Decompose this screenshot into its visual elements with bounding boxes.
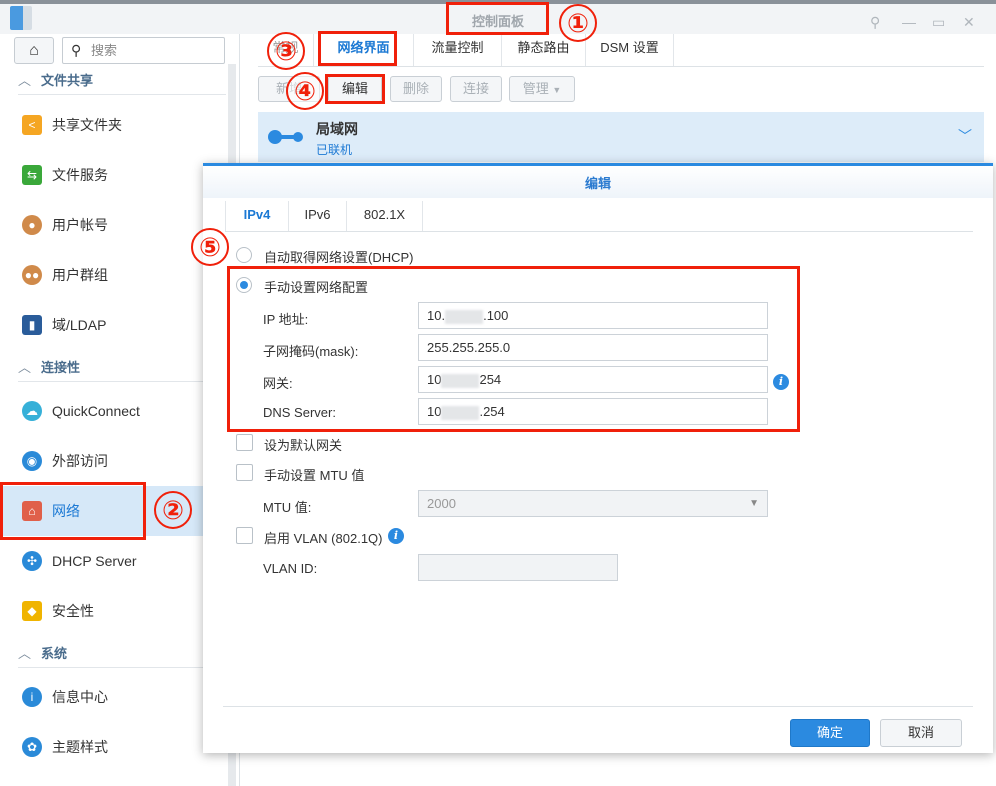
ok-button[interactable]: 确定 xyxy=(790,719,870,747)
vlan-id-label: VLAN ID: xyxy=(263,561,318,576)
external-access-icon: ◉ xyxy=(22,451,42,471)
home-icon: ⌂ xyxy=(29,42,39,59)
sidebar-item-info-center[interactable]: i 信息中心 xyxy=(12,674,228,720)
maximize-icon[interactable]: ▭ xyxy=(932,14,945,31)
minimize-icon[interactable]: — xyxy=(902,14,916,30)
lan-icon xyxy=(268,130,303,144)
group-icon: ●● xyxy=(22,265,42,285)
pin-icon[interactable]: ⚲ xyxy=(870,14,880,31)
edit-dialog: 编辑 IPv4 IPv6 802.1X 自动取得网络设置(DHCP) 手动设置网… xyxy=(203,163,993,753)
annotation-box-edit xyxy=(325,74,385,104)
interface-list-item[interactable]: 局域网 已联机 ﹀ xyxy=(258,112,984,162)
cancel-button[interactable]: 取消 xyxy=(880,719,962,747)
footer-divider xyxy=(223,706,973,707)
default-gateway-checkbox[interactable] xyxy=(236,434,253,451)
annotation-3: ③ xyxy=(267,32,305,70)
chevron-down-icon[interactable]: ﹀ xyxy=(958,126,972,146)
annotation-1: ① xyxy=(559,4,597,42)
dialog-title: 编辑 xyxy=(203,166,993,198)
dhcp-icon: ✣ xyxy=(22,551,42,571)
home-button[interactable]: ⌂ xyxy=(14,37,54,64)
annotation-box-title xyxy=(446,2,549,35)
close-icon[interactable]: ✕ xyxy=(963,14,975,31)
vlan-check-label: 启用 VLAN (802.1Q) xyxy=(264,531,383,546)
dhcp-radio[interactable] xyxy=(236,247,252,263)
caret-down-icon: ▼ xyxy=(552,85,562,95)
section-system[interactable]: ︿ 系统 xyxy=(18,640,226,668)
default-gateway-label: 设为默认网关 xyxy=(264,438,343,453)
chevron-up-icon: ︿ xyxy=(18,646,32,661)
search-input[interactable]: ⚲ 搜索 xyxy=(62,37,225,64)
sidebar-item-security[interactable]: ◆ 安全性 xyxy=(12,588,228,634)
sidebar-item-dhcp-server[interactable]: ✣ DHCP Server xyxy=(12,538,228,584)
shared-folder-icon: < xyxy=(22,115,42,135)
caret-down-icon: ▼ xyxy=(749,498,759,509)
annotation-box-manual-config xyxy=(227,266,800,432)
search-placeholder: 搜索 xyxy=(91,43,118,58)
vlan-checkbox[interactable] xyxy=(236,527,253,544)
sidebar-item-theme[interactable]: ✿ 主题样式 xyxy=(12,724,228,770)
user-icon: ● xyxy=(22,215,42,235)
interface-name: 局域网 xyxy=(316,121,358,137)
app-icon xyxy=(10,6,32,30)
interface-status: 已联机 xyxy=(316,143,353,157)
section-connectivity[interactable]: ︿ 连接性 xyxy=(18,354,226,382)
sidebar-item-shared-folder[interactable]: < 共享文件夹 xyxy=(12,102,228,148)
manage-button[interactable]: 管理 ▼ xyxy=(509,76,575,102)
dhcp-label: 自动取得网络设置(DHCP) xyxy=(264,250,414,265)
security-icon: ◆ xyxy=(22,601,42,621)
tab-traffic-control[interactable]: 流量控制 xyxy=(414,34,502,66)
mtu-check-label: 手动设置 MTU 值 xyxy=(264,468,365,483)
sidebar-item-ldap[interactable]: ▮ 域/LDAP xyxy=(12,302,228,348)
file-services-icon: ⇆ xyxy=(22,165,42,185)
info-center-icon: i xyxy=(22,687,42,707)
annotation-box-network xyxy=(0,482,146,540)
tab-ipv4[interactable]: IPv4 xyxy=(225,201,289,231)
ldap-icon: ▮ xyxy=(22,315,42,335)
annotation-4: ④ xyxy=(286,72,324,110)
chevron-up-icon: ︿ xyxy=(18,73,32,88)
mtu-select[interactable]: 2000 ▼ xyxy=(418,490,768,517)
mtu-label: MTU 值: xyxy=(263,500,312,515)
theme-icon: ✿ xyxy=(22,737,42,757)
delete-button[interactable]: 删除 xyxy=(390,76,442,102)
sidebar-item-quickconnect[interactable]: ☁ QuickConnect xyxy=(12,388,228,434)
info-icon[interactable]: i xyxy=(388,528,404,544)
quickconnect-icon: ☁ xyxy=(22,401,42,421)
annotation-2: ② xyxy=(154,491,192,529)
connect-button[interactable]: 连接 xyxy=(450,76,502,102)
chevron-up-icon: ︿ xyxy=(18,360,32,375)
mtu-checkbox[interactable] xyxy=(236,464,253,481)
tab-ipv6[interactable]: IPv6 xyxy=(289,201,347,231)
annotation-box-tab xyxy=(318,31,397,66)
sidebar-item-file-services[interactable]: ⇆ 文件服务 xyxy=(12,152,228,198)
tab-dsm-settings[interactable]: DSM 设置 xyxy=(586,34,674,66)
section-file-sharing[interactable]: ︿ 文件共享 xyxy=(18,67,226,95)
search-icon: ⚲ xyxy=(71,42,82,58)
annotation-5: ⑤ xyxy=(191,228,229,266)
sidebar-item-external-access[interactable]: ◉ 外部访问 xyxy=(12,438,228,484)
vlan-id-input[interactable] xyxy=(418,554,618,581)
tab-8021x[interactable]: 802.1X xyxy=(347,201,423,231)
